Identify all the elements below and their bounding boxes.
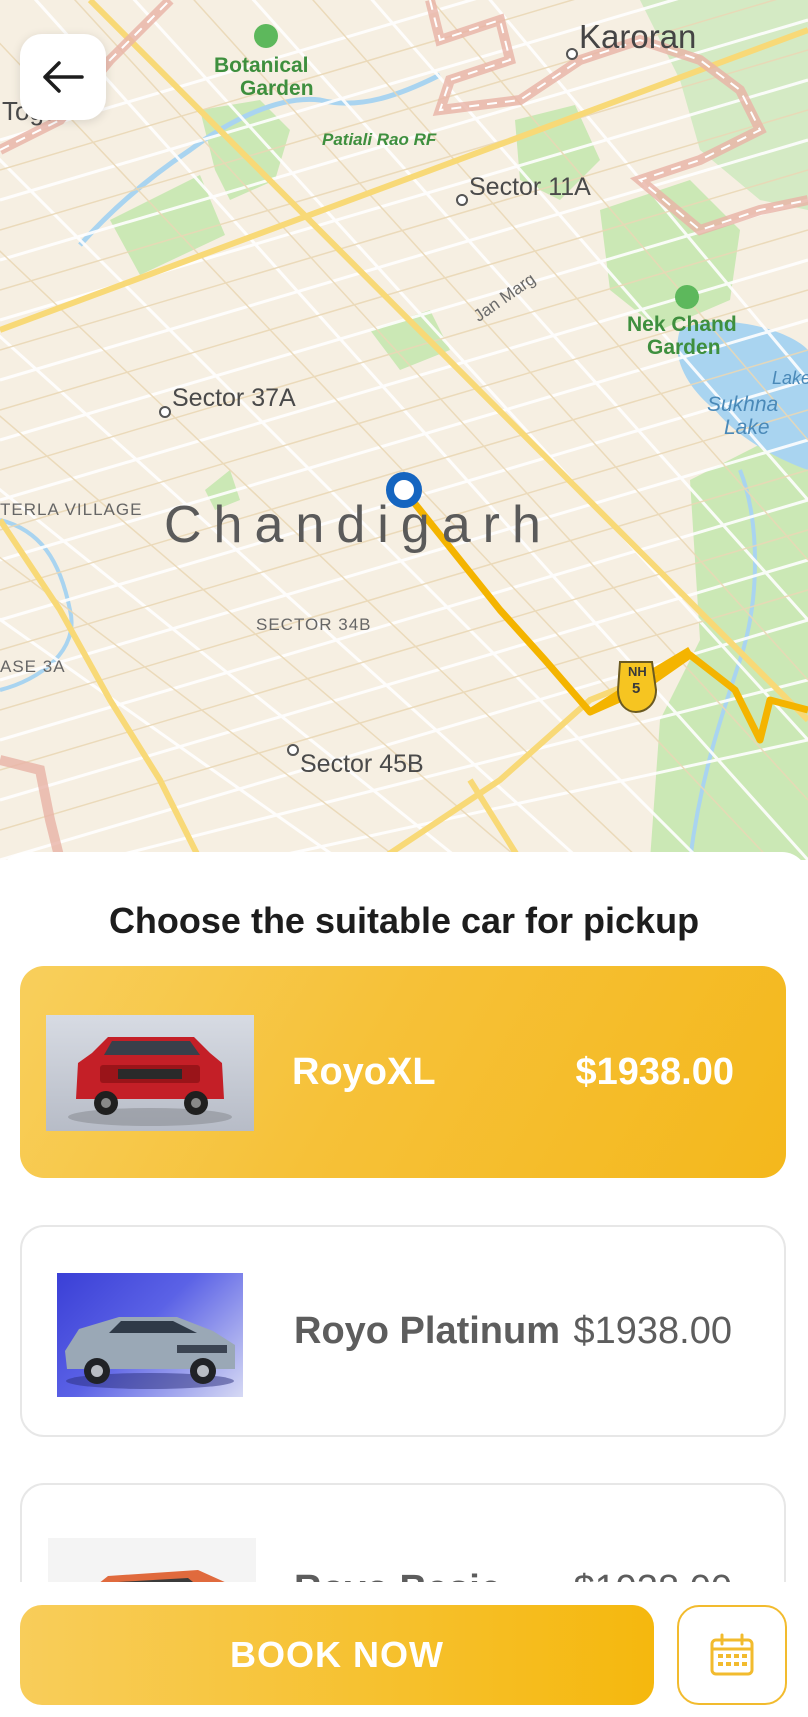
highway-shield-label-2: 5	[632, 680, 641, 697]
map-label-karoran: Karoran	[579, 18, 697, 55]
map-label-sukhna-2: Lake	[724, 416, 770, 439]
map-label-botanical-garden-1: Botanical	[214, 54, 309, 77]
arrow-left-icon	[43, 61, 84, 93]
map-label-sector-11a: Sector 11A	[469, 173, 591, 201]
map-label-city: Chandigarh	[164, 496, 553, 554]
map-label-sector-37a: Sector 37A	[172, 384, 296, 412]
back-button[interactable]	[20, 34, 106, 120]
map-label-sector-45b: Sector 45B	[300, 750, 424, 778]
car-price: $1938.00	[573, 1309, 733, 1352]
map-label-phase-3a: ASE 3A	[0, 657, 66, 676]
car-image-red-suv	[46, 1015, 254, 1131]
map-label-lake-edge: Lake	[772, 368, 808, 388]
map-label-nek-chand-2: Garden	[647, 336, 721, 359]
car-name: Royo Platinum	[294, 1309, 561, 1352]
car-image-silver-sedan	[57, 1273, 243, 1397]
car-option-royoxl[interactable]: RoyoXL $1938.00	[20, 966, 786, 1178]
sheet-title: Choose the suitable car for pickup	[108, 900, 700, 941]
map-view[interactable]: Karoran Togan Botanical Garden Patiali R…	[0, 0, 808, 860]
car-option-royo-platinum[interactable]: Royo Platinum $1938.00	[20, 1225, 786, 1437]
map-label-botanical-garden-2: Garden	[240, 77, 314, 100]
map-label-sukhna-1: Sukhna	[707, 393, 779, 416]
car-price: $1938.00	[575, 1050, 735, 1093]
map-label-sector-34b: SECTOR 34B	[256, 615, 372, 634]
map-label-patiali-rao: Patiali Rao RF	[322, 130, 437, 149]
schedule-button[interactable]	[677, 1605, 787, 1705]
book-now-button[interactable]: BOOK NOW	[20, 1605, 654, 1705]
map-canvas	[0, 0, 808, 860]
map-label-nek-chand-1: Nek Chand	[627, 313, 737, 336]
calendar-icon	[710, 1633, 754, 1676]
car-name: RoyoXL	[292, 1050, 436, 1093]
map-label-terla-village: TERLA VILLAGE	[0, 500, 143, 519]
highway-shield-label-1: NH	[628, 664, 647, 679]
